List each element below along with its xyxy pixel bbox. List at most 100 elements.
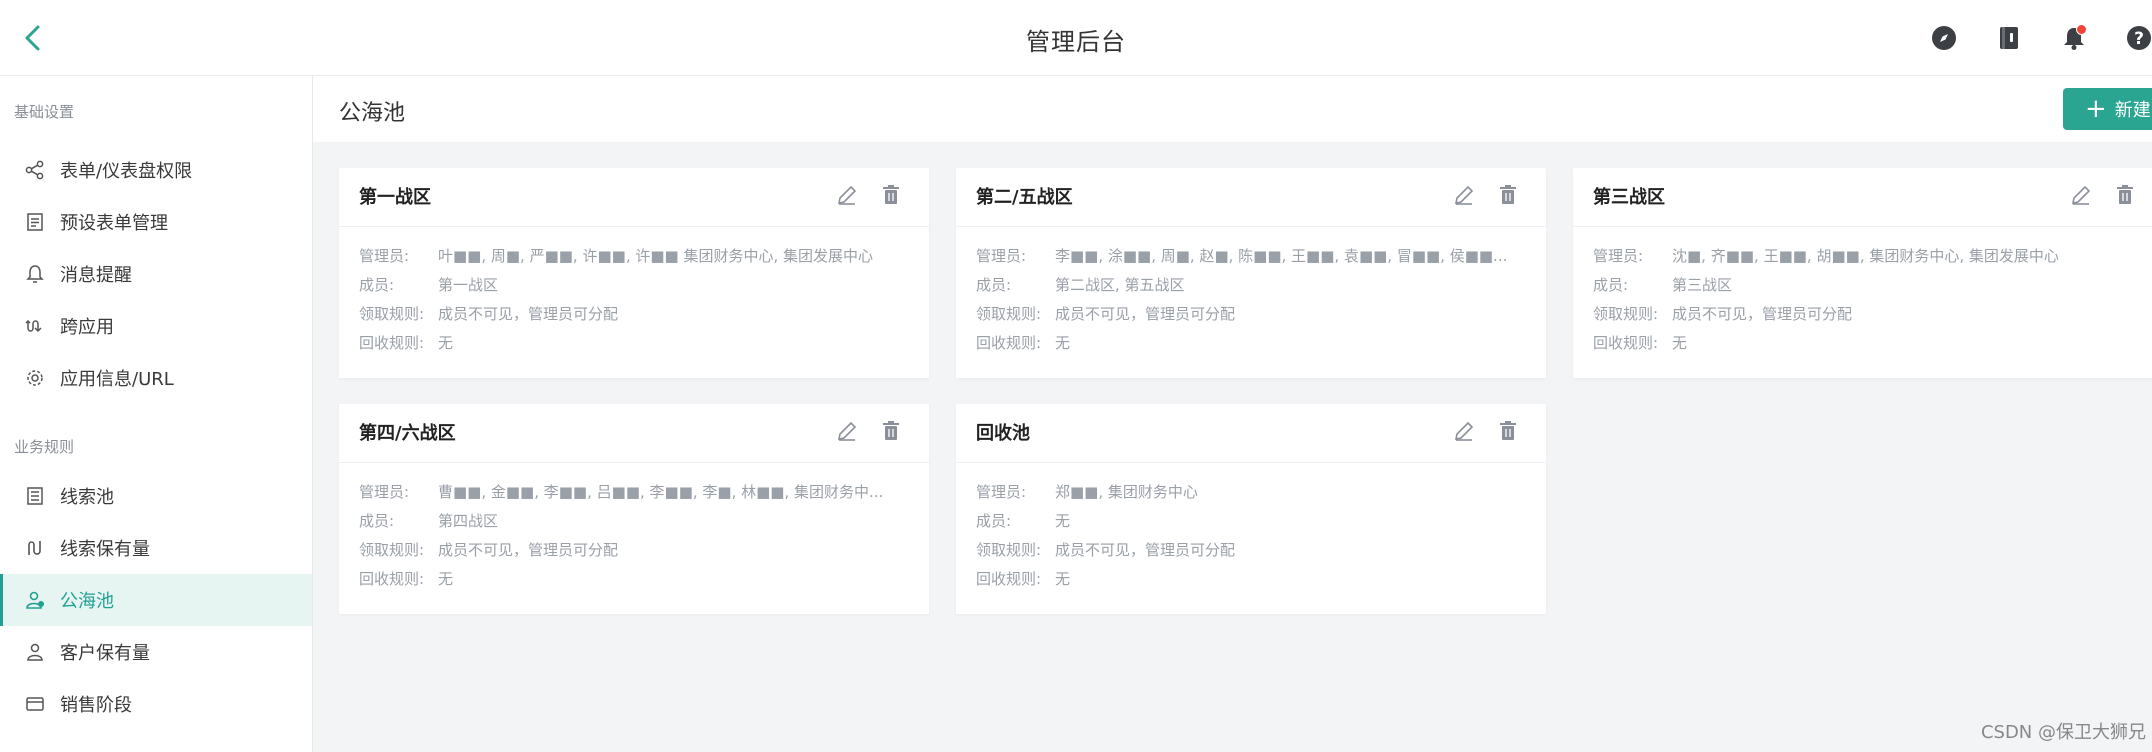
edit-button[interactable] bbox=[2069, 183, 2093, 207]
help-button[interactable]: ? bbox=[2125, 24, 2152, 52]
page-header: 公海池 + 新建 bbox=[313, 76, 2152, 142]
sidebar-item-label: 消息提醒 bbox=[60, 265, 132, 286]
recycle-rule-label: 回收规则: bbox=[1593, 334, 1659, 352]
member-value: 第二战区, 第五战区 bbox=[1055, 276, 1185, 294]
recycle-rule-value: 无 bbox=[1055, 570, 1071, 588]
sidebar-item-public-pool[interactable]: 公海池 bbox=[0, 574, 312, 626]
edit-button[interactable] bbox=[1452, 419, 1476, 443]
admin-label: 管理员: bbox=[1593, 247, 1644, 265]
sidebar-item-sales-stage[interactable]: 销售阶段 bbox=[0, 678, 312, 730]
card-title: 第三战区 bbox=[1593, 187, 1665, 208]
admin-label: 管理员: bbox=[359, 247, 410, 265]
recycle-rule-label: 回收规则: bbox=[976, 334, 1042, 352]
delete-button[interactable] bbox=[879, 419, 903, 443]
edit-button[interactable] bbox=[1452, 183, 1476, 207]
compass-icon bbox=[1932, 26, 1956, 50]
sidebar-item-preset-forms[interactable]: 预设表单管理 bbox=[0, 196, 312, 248]
form-icon bbox=[24, 211, 46, 233]
member-value: 第一战区 bbox=[438, 276, 499, 294]
claim-rule-label: 领取规则: bbox=[976, 305, 1042, 323]
sidebar-item-label: 线索池 bbox=[60, 487, 114, 508]
sidebar: 基础设置 表单/仪表盘权限 预设表单管理 消息提醒 跨应用 应用信息/URL 业… bbox=[0, 76, 313, 752]
card-title: 第一战区 bbox=[359, 187, 431, 208]
compass-button[interactable] bbox=[1930, 24, 1958, 52]
recycle-rule-label: 回收规则: bbox=[359, 334, 425, 352]
member-label: 成员: bbox=[976, 276, 1012, 294]
sidebar-item-label: 应用信息/URL bbox=[60, 369, 174, 390]
book-button[interactable] bbox=[1995, 24, 2023, 52]
sidebar-item-message-reminder[interactable]: 消息提醒 bbox=[0, 248, 312, 300]
sidebar-item-form-dashboard-permission[interactable]: 表单/仪表盘权限 bbox=[0, 144, 312, 196]
pencil-icon bbox=[837, 421, 857, 441]
pencil-icon bbox=[1454, 185, 1474, 205]
pencil-icon bbox=[837, 185, 857, 205]
main-content: 公海池 + 新建 第一战区 管理员: 叶■■, 周■, 严■■, 许■■, 许■■… bbox=[313, 76, 2152, 752]
member-value: 第三战区 bbox=[1672, 276, 1733, 294]
claim-rule-value: 成员不可见，管理员可分配 bbox=[1055, 305, 1236, 323]
delete-button[interactable] bbox=[2113, 183, 2137, 207]
delete-button[interactable] bbox=[1496, 419, 1520, 443]
stage-icon bbox=[24, 693, 46, 715]
sidebar-item-label: 销售阶段 bbox=[60, 695, 132, 716]
delete-button[interactable] bbox=[879, 183, 903, 207]
sidebar-item-lead-pool[interactable]: 线索池 bbox=[0, 470, 312, 522]
edit-button[interactable] bbox=[835, 419, 859, 443]
edit-button[interactable] bbox=[835, 183, 859, 207]
admin-label: 管理员: bbox=[976, 483, 1027, 501]
sidebar-item-label: 公海池 bbox=[60, 591, 114, 612]
svg-text:?: ? bbox=[2134, 29, 2144, 49]
pool-card[interactable]: 第二/五战区 管理员: 李■■, 涂■■, 周■, 赵■, 陈■■, 王■■, 袁… bbox=[956, 168, 1546, 378]
users-icon bbox=[24, 589, 46, 611]
recycle-rule-value: 无 bbox=[1672, 334, 1688, 352]
card-title: 第二/五战区 bbox=[976, 187, 1073, 208]
claim-rule-label: 领取规则: bbox=[1593, 305, 1659, 323]
new-button[interactable]: + 新建 bbox=[2063, 88, 2152, 130]
pencil-icon bbox=[2071, 185, 2091, 205]
trash-icon bbox=[883, 185, 899, 204]
sidebar-item-label: 线索保有量 bbox=[60, 539, 150, 560]
claim-rule-value: 成员不可见，管理员可分配 bbox=[1672, 305, 1853, 323]
recycle-rule-value: 无 bbox=[438, 570, 454, 588]
member-value: 无 bbox=[1055, 512, 1071, 530]
card-title: 第四/六战区 bbox=[359, 423, 456, 444]
admin-value: 李■■, 涂■■, 周■, 赵■, 陈■■, 王■■, 袁■■, 冒■■, 侯■… bbox=[1055, 247, 1508, 265]
admin-value: 曹■■, 金■■, 李■■, 吕■■, 李■■, 李■, 林■■, 集团财务中.… bbox=[438, 483, 884, 501]
sidebar-item-label: 客户保有量 bbox=[60, 643, 150, 664]
sidebar-item-customer-retention[interactable]: 客户保有量 bbox=[0, 626, 312, 678]
claim-rule-value: 成员不可见，管理员可分配 bbox=[438, 305, 619, 323]
recycle-rule-value: 无 bbox=[1055, 334, 1071, 352]
recycle-rule-label: 回收规则: bbox=[976, 570, 1042, 588]
member-value: 第四战区 bbox=[438, 512, 499, 530]
notification-dot bbox=[2076, 24, 2087, 35]
switch-icon bbox=[24, 315, 46, 337]
watermark: CSDN @保卫大狮兄 bbox=[1980, 722, 2146, 743]
claim-rule-label: 领取规则: bbox=[359, 541, 425, 559]
sidebar-group-basic-settings: 基础设置 bbox=[14, 103, 75, 121]
delete-button[interactable] bbox=[1496, 183, 1520, 207]
bell-outline-icon bbox=[24, 263, 46, 285]
trash-icon bbox=[1500, 421, 1516, 440]
sidebar-item-cross-app[interactable]: 跨应用 bbox=[0, 300, 312, 352]
user-icon bbox=[24, 641, 46, 663]
member-label: 成员: bbox=[359, 512, 395, 530]
new-button-label: 新建 bbox=[2114, 100, 2151, 121]
sidebar-item-app-info-url[interactable]: 应用信息/URL bbox=[0, 352, 312, 404]
pool-card[interactable]: 第三战区 管理员: 沈■, 齐■■, 王■■, 胡■■, 集团财务中心, 集团发展… bbox=[1573, 168, 2152, 378]
help-icon: ? bbox=[2127, 26, 2151, 50]
retain-icon bbox=[24, 537, 46, 559]
plus-icon: + bbox=[2085, 94, 2107, 124]
pool-card[interactable]: 第四/六战区 管理员: 曹■■, 金■■, 李■■, 吕■■, 李■■, 李■, … bbox=[339, 404, 929, 614]
top-bar: 管理后台 ? bbox=[0, 0, 2152, 76]
gear-icon bbox=[24, 367, 46, 389]
claim-rule-value: 成员不可见，管理员可分配 bbox=[438, 541, 619, 559]
pool-card[interactable]: 回收池 管理员: 郑■■, 集团财务中心 成员: 无 领取规则: 成员不可见，管理员可… bbox=[956, 404, 1546, 614]
sidebar-item-lead-retention[interactable]: 线索保有量 bbox=[0, 522, 312, 574]
app-title: 管理后台 bbox=[1026, 28, 1126, 56]
sidebar-group-business-rules: 业务规则 bbox=[14, 438, 75, 456]
admin-value: 叶■■, 周■, 严■■, 许■■, 许■■ 集团财务中心, 集团发展中心 bbox=[438, 247, 874, 265]
member-label: 成员: bbox=[976, 512, 1012, 530]
page-title: 公海池 bbox=[339, 101, 406, 126]
pool-card[interactable]: 第一战区 管理员: 叶■■, 周■, 严■■, 许■■, 许■■ 集团财务中心, … bbox=[339, 168, 929, 378]
notification-button[interactable] bbox=[2060, 24, 2088, 52]
pool-icon bbox=[24, 485, 46, 507]
